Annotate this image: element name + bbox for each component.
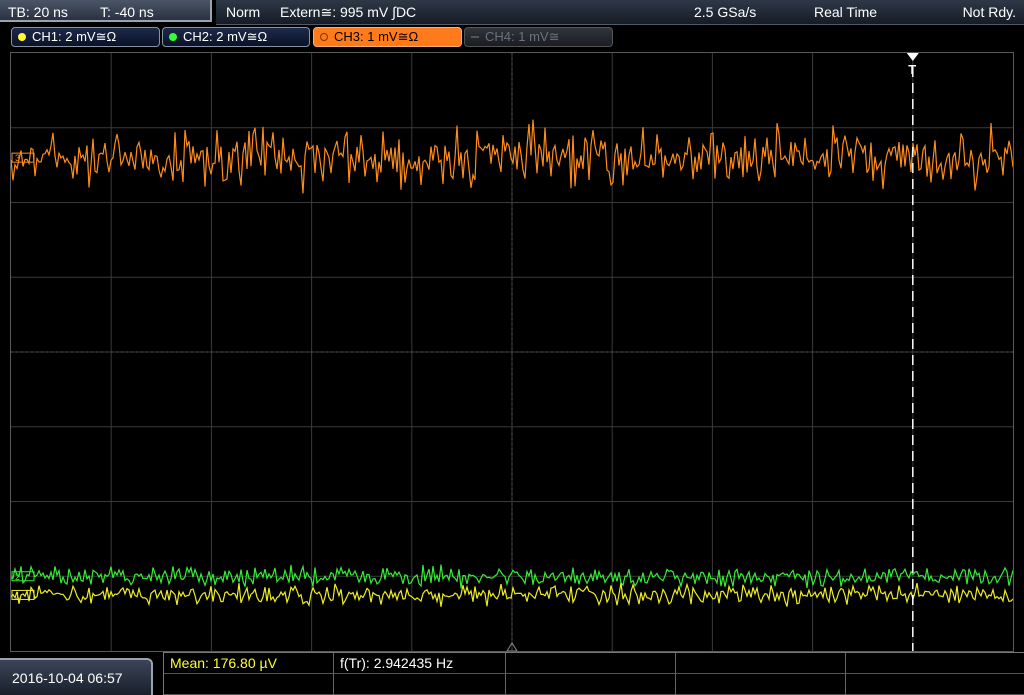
svg-text:3: 3: [15, 153, 20, 163]
measurement-1[interactable]: Mean: 176.80 µV: [164, 653, 334, 674]
timebase-value: TB: 20 ns: [8, 4, 68, 20]
measurement-slot-7[interactable]: [334, 674, 506, 695]
channel-2-button[interactable]: CH2: 2 mV≅Ω: [162, 27, 310, 47]
channel-4-label: CH4: 1 mV≅: [485, 29, 560, 44]
channel-1-indicator-icon: [18, 33, 26, 41]
measurement-slot-5[interactable]: [846, 653, 1024, 674]
trigger-status-panel[interactable]: Norm Extern≅: 995 mV ∫DC 2.5 GSa/s Real …: [216, 0, 1024, 25]
channel-1-button[interactable]: CH1: 2 mV≅Ω: [11, 27, 160, 47]
channel-1-label: CH1: 2 mV≅Ω: [32, 29, 117, 44]
measurement-slot-3[interactable]: [506, 653, 676, 674]
acquisition-mode: Real Time: [814, 4, 878, 20]
svg-text:1: 1: [15, 590, 20, 600]
channel-2-label: CH2: 2 mV≅Ω: [183, 29, 268, 44]
channel-bar: CH1: 2 mV≅Ω CH2: 2 mV≅Ω CH3: 1 mV≅Ω CH4:…: [0, 24, 1024, 50]
datetime-value: 2016-10-04 06:57: [12, 670, 123, 686]
svg-text:T: T: [908, 62, 916, 77]
trigger-mode: Norm: [226, 4, 261, 20]
timebase-panel[interactable]: TB: 20 ns T: -40 ns: [0, 0, 212, 22]
trigger-ready-status: Not Rdy.: [962, 4, 1016, 20]
measurement-slot-6[interactable]: [164, 674, 334, 695]
measurement-slot-4[interactable]: [676, 653, 846, 674]
sample-rate: 2.5 GSa/s: [694, 4, 757, 20]
svg-text:2: 2: [15, 572, 20, 582]
trigger-time-value: T: -40 ns: [100, 4, 154, 20]
trigger-source: Extern≅: 995 mV ∫DC: [280, 4, 417, 20]
channel-2-indicator-icon: [169, 33, 177, 41]
channel-3-button[interactable]: CH3: 1 mV≅Ω: [313, 27, 462, 47]
channel-3-label: CH3: 1 mV≅Ω: [334, 29, 419, 44]
datetime-panel: 2016-10-04 06:57: [0, 658, 153, 695]
measurement-slot-9[interactable]: [676, 674, 846, 695]
trigger-marker-icon[interactable]: T: [906, 53, 919, 77]
measurement-slot-8[interactable]: [506, 674, 676, 695]
channel-4-indicator-icon: [471, 36, 479, 38]
measurement-panel[interactable]: Mean: 176.80 µV f(Tr): 2.942435 Hz: [163, 652, 1024, 695]
waveform-display[interactable]: T 3 2 1: [10, 52, 1014, 652]
measurement-2[interactable]: f(Tr): 2.942435 Hz: [334, 653, 506, 674]
bottom-bar: 2016-10-04 06:57 Mean: 176.80 µV f(Tr): …: [0, 652, 1024, 695]
channel-4-button[interactable]: CH4: 1 mV≅: [464, 27, 613, 47]
measurement-slot-10[interactable]: [846, 674, 1024, 695]
waveform-canvas: T 3 2 1: [11, 53, 1013, 651]
channel-3-indicator-icon: [320, 33, 328, 41]
graticule-grid: [11, 53, 1013, 651]
top-status-bar: TB: 20 ns T: -40 ns Norm Extern≅: 995 mV…: [0, 0, 1024, 25]
